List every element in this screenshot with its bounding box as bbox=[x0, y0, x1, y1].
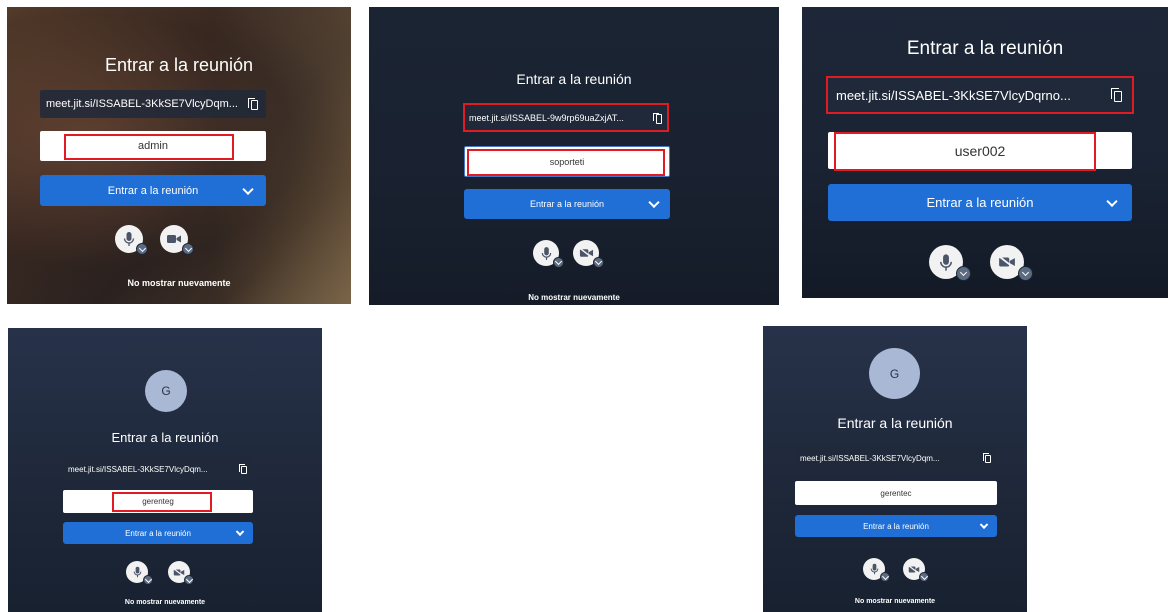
camera-off-icon bbox=[578, 247, 593, 259]
do-not-show-again-label[interactable]: No mostrar nuevamente bbox=[8, 599, 322, 606]
highlight-box bbox=[463, 103, 669, 132]
chevron-down-icon[interactable] bbox=[242, 183, 254, 195]
join-meeting-button[interactable]: Entrar a la reunión bbox=[63, 522, 253, 544]
copy-icon[interactable] bbox=[248, 98, 258, 110]
camera-options-chevron[interactable] bbox=[184, 575, 194, 585]
meeting-url-field[interactable]: meet.jit.si/ISSABEL-3KkSE7VlcyDqm... bbox=[63, 457, 253, 481]
meeting-url-text: meet.jit.si/ISSABEL-3KkSE7VlcyDqm... bbox=[800, 453, 940, 463]
join-meeting-button[interactable]: Entrar a la reunión bbox=[40, 175, 266, 206]
microphone-options-chevron[interactable] bbox=[880, 572, 890, 582]
camera-off-icon bbox=[173, 567, 185, 577]
avatar: G bbox=[145, 370, 187, 412]
page-title: Entrar a la reunión bbox=[111, 430, 219, 445]
chevron-down-icon[interactable] bbox=[648, 196, 660, 209]
camera-options-chevron[interactable] bbox=[182, 243, 194, 255]
microphone-options-chevron[interactable] bbox=[136, 243, 148, 255]
meeting-url-text: meet.jit.si/ISSABEL-3KkSE7VlcyDqm... bbox=[68, 464, 208, 474]
camera-off-icon bbox=[998, 255, 1015, 269]
highlight-box bbox=[64, 134, 234, 160]
join-meeting-button[interactable]: Entrar a la reunión bbox=[828, 184, 1132, 221]
page-title: Entrar a la reunión bbox=[837, 415, 953, 431]
join-meeting-button[interactable]: Entrar a la reunión bbox=[795, 515, 997, 537]
join-meeting-label: Entrar a la reunión bbox=[529, 199, 605, 209]
chevron-down-icon[interactable] bbox=[235, 527, 245, 537]
camera-options-chevron[interactable] bbox=[593, 257, 604, 268]
microphone-icon bbox=[939, 253, 953, 271]
highlight-box bbox=[834, 132, 1096, 171]
join-meeting-button[interactable]: Entrar a la reunión bbox=[464, 189, 670, 219]
meeting-url-field[interactable]: meet.jit.si/ISSABEL-3KkSE7VlcyDqm... bbox=[795, 446, 997, 470]
page-title: Entrar a la reunión bbox=[104, 55, 254, 75]
camera-options-chevron[interactable] bbox=[919, 572, 929, 582]
join-meeting-label: Entrar a la reunión bbox=[926, 195, 1034, 210]
microphone-options-chevron[interactable] bbox=[143, 575, 153, 585]
chevron-down-icon[interactable] bbox=[979, 520, 989, 530]
camera-off-icon bbox=[908, 564, 920, 574]
microphone-icon bbox=[133, 566, 141, 578]
prejoin-screen-admin: Entrar a la reunión meet.jit.si/ISSABEL-… bbox=[7, 7, 351, 304]
join-meeting-label: Entrar a la reunión bbox=[107, 184, 199, 197]
page-title: Entrar a la reunión bbox=[906, 38, 1064, 59]
display-name-value: gerentec bbox=[880, 488, 912, 498]
join-meeting-label: Entrar a la reunión bbox=[863, 521, 929, 531]
copy-icon[interactable] bbox=[983, 453, 991, 463]
camera-options-chevron[interactable] bbox=[1018, 266, 1033, 281]
microphone-icon bbox=[123, 232, 135, 246]
microphone-options-chevron[interactable] bbox=[553, 257, 564, 268]
microphone-options-chevron[interactable] bbox=[956, 266, 971, 281]
avatar: G bbox=[869, 348, 920, 399]
highlight-box bbox=[826, 76, 1134, 114]
avatar-letter: G bbox=[161, 384, 171, 398]
join-meeting-label: Entrar a la reunión bbox=[125, 528, 191, 538]
do-not-show-again-label[interactable]: No mostrar nuevamente bbox=[763, 598, 1027, 605]
meeting-url-text: meet.jit.si/ISSABEL-3KkSE7VlcyDqm... bbox=[46, 98, 238, 110]
highlight-box bbox=[112, 492, 212, 512]
meeting-url-field[interactable]: meet.jit.si/ISSABEL-3KkSE7VlcyDqm... bbox=[40, 90, 266, 118]
camera-icon bbox=[167, 235, 181, 243]
do-not-show-again-label[interactable]: No mostrar nuevamente bbox=[369, 293, 779, 302]
prejoin-screen-soporteti: Entrar a la reunión meet.jit.si/ISSABEL-… bbox=[369, 7, 779, 305]
prejoin-screen-user002: Entrar a la reunión meet.jit.si/ISSABEL-… bbox=[802, 7, 1168, 298]
page-title: Entrar a la reunión bbox=[516, 71, 632, 87]
prejoin-screen-gerentec: G Entrar a la reunión meet.jit.si/ISSABE… bbox=[763, 326, 1027, 612]
copy-icon[interactable] bbox=[239, 464, 247, 474]
prejoin-screen-gerenteg: G Entrar a la reunión meet.jit.si/ISSABE… bbox=[8, 328, 322, 612]
microphone-icon bbox=[870, 563, 878, 575]
highlight-box bbox=[467, 149, 665, 176]
avatar-letter: G bbox=[889, 366, 900, 381]
chevron-down-icon[interactable] bbox=[1106, 195, 1118, 207]
microphone-icon bbox=[541, 246, 551, 260]
display-name-input[interactable]: gerentec bbox=[795, 481, 997, 505]
do-not-show-again-label[interactable]: No mostrar nuevamente bbox=[7, 278, 351, 288]
